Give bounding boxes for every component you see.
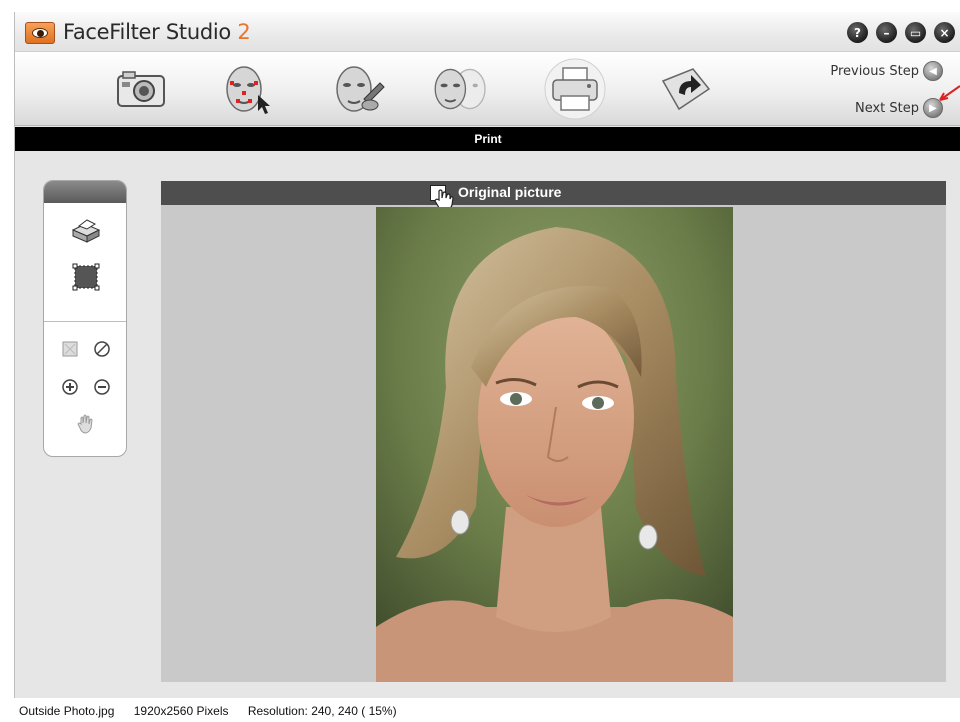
annotation-arrow-icon xyxy=(939,85,960,101)
face-select-icon[interactable] xyxy=(215,58,279,120)
preview-header: Original picture xyxy=(161,181,946,212)
window-controls: ? – ▭ × xyxy=(847,22,955,43)
preview-header-label: Original picture xyxy=(458,184,562,200)
fit-icon[interactable] xyxy=(60,339,80,359)
status-bar: Outside Photo.jpg 1920x2560 Pixels Resol… xyxy=(14,700,960,722)
previous-step-button[interactable]: Previous Step ◀ xyxy=(830,61,943,81)
tool-panel-cap xyxy=(44,181,126,203)
step-header: Print xyxy=(15,127,960,151)
crop-tool-icon[interactable] xyxy=(70,261,102,293)
tool-panel xyxy=(43,180,127,457)
print-tool-icon[interactable] xyxy=(68,215,104,247)
status-resolution: Resolution: 240, 240 ( 15%) xyxy=(247,704,397,718)
face-edit-icon[interactable] xyxy=(327,58,391,120)
zoom-in-icon[interactable] xyxy=(60,377,80,397)
step-toolbar: Previous Step ◀ Next Step ▶ xyxy=(15,52,960,126)
status-filename: Outside Photo.jpg xyxy=(19,704,115,718)
minimize-button[interactable]: – xyxy=(876,22,897,43)
previous-arrow-icon: ◀ xyxy=(923,61,943,81)
zoom-out-icon[interactable] xyxy=(92,377,112,397)
preview-area: Original picture xyxy=(161,181,946,682)
maximize-button[interactable]: ▭ xyxy=(905,22,926,43)
portrait-photo xyxy=(376,207,733,682)
app-window: FaceFilter Studio 2 ? – ▭ × Previous Ste… xyxy=(14,12,960,698)
camera-icon[interactable] xyxy=(109,58,173,120)
help-button[interactable]: ? xyxy=(847,22,868,43)
next-step-button[interactable]: Next Step ▶ xyxy=(855,98,943,118)
app-version: 2 xyxy=(237,20,251,44)
printer-icon[interactable] xyxy=(543,58,607,120)
previous-step-label: Previous Step xyxy=(830,63,919,79)
close-button[interactable]: × xyxy=(934,22,955,43)
next-step-label: Next Step xyxy=(854,100,919,116)
hand-icon[interactable] xyxy=(76,413,96,435)
tool-panel-divider xyxy=(44,321,126,322)
app-title-text: FaceFilter Studio xyxy=(63,20,238,44)
undo-icon[interactable] xyxy=(653,58,717,120)
app-title: FaceFilter Studio 2 xyxy=(63,20,251,44)
status-dimensions: 1920x2560 Pixels xyxy=(133,704,229,718)
face-compare-icon[interactable] xyxy=(429,58,493,120)
cancel-icon[interactable] xyxy=(92,339,112,359)
app-logo-icon xyxy=(25,22,55,44)
title-bar: FaceFilter Studio 2 ? – ▭ × xyxy=(15,12,960,52)
